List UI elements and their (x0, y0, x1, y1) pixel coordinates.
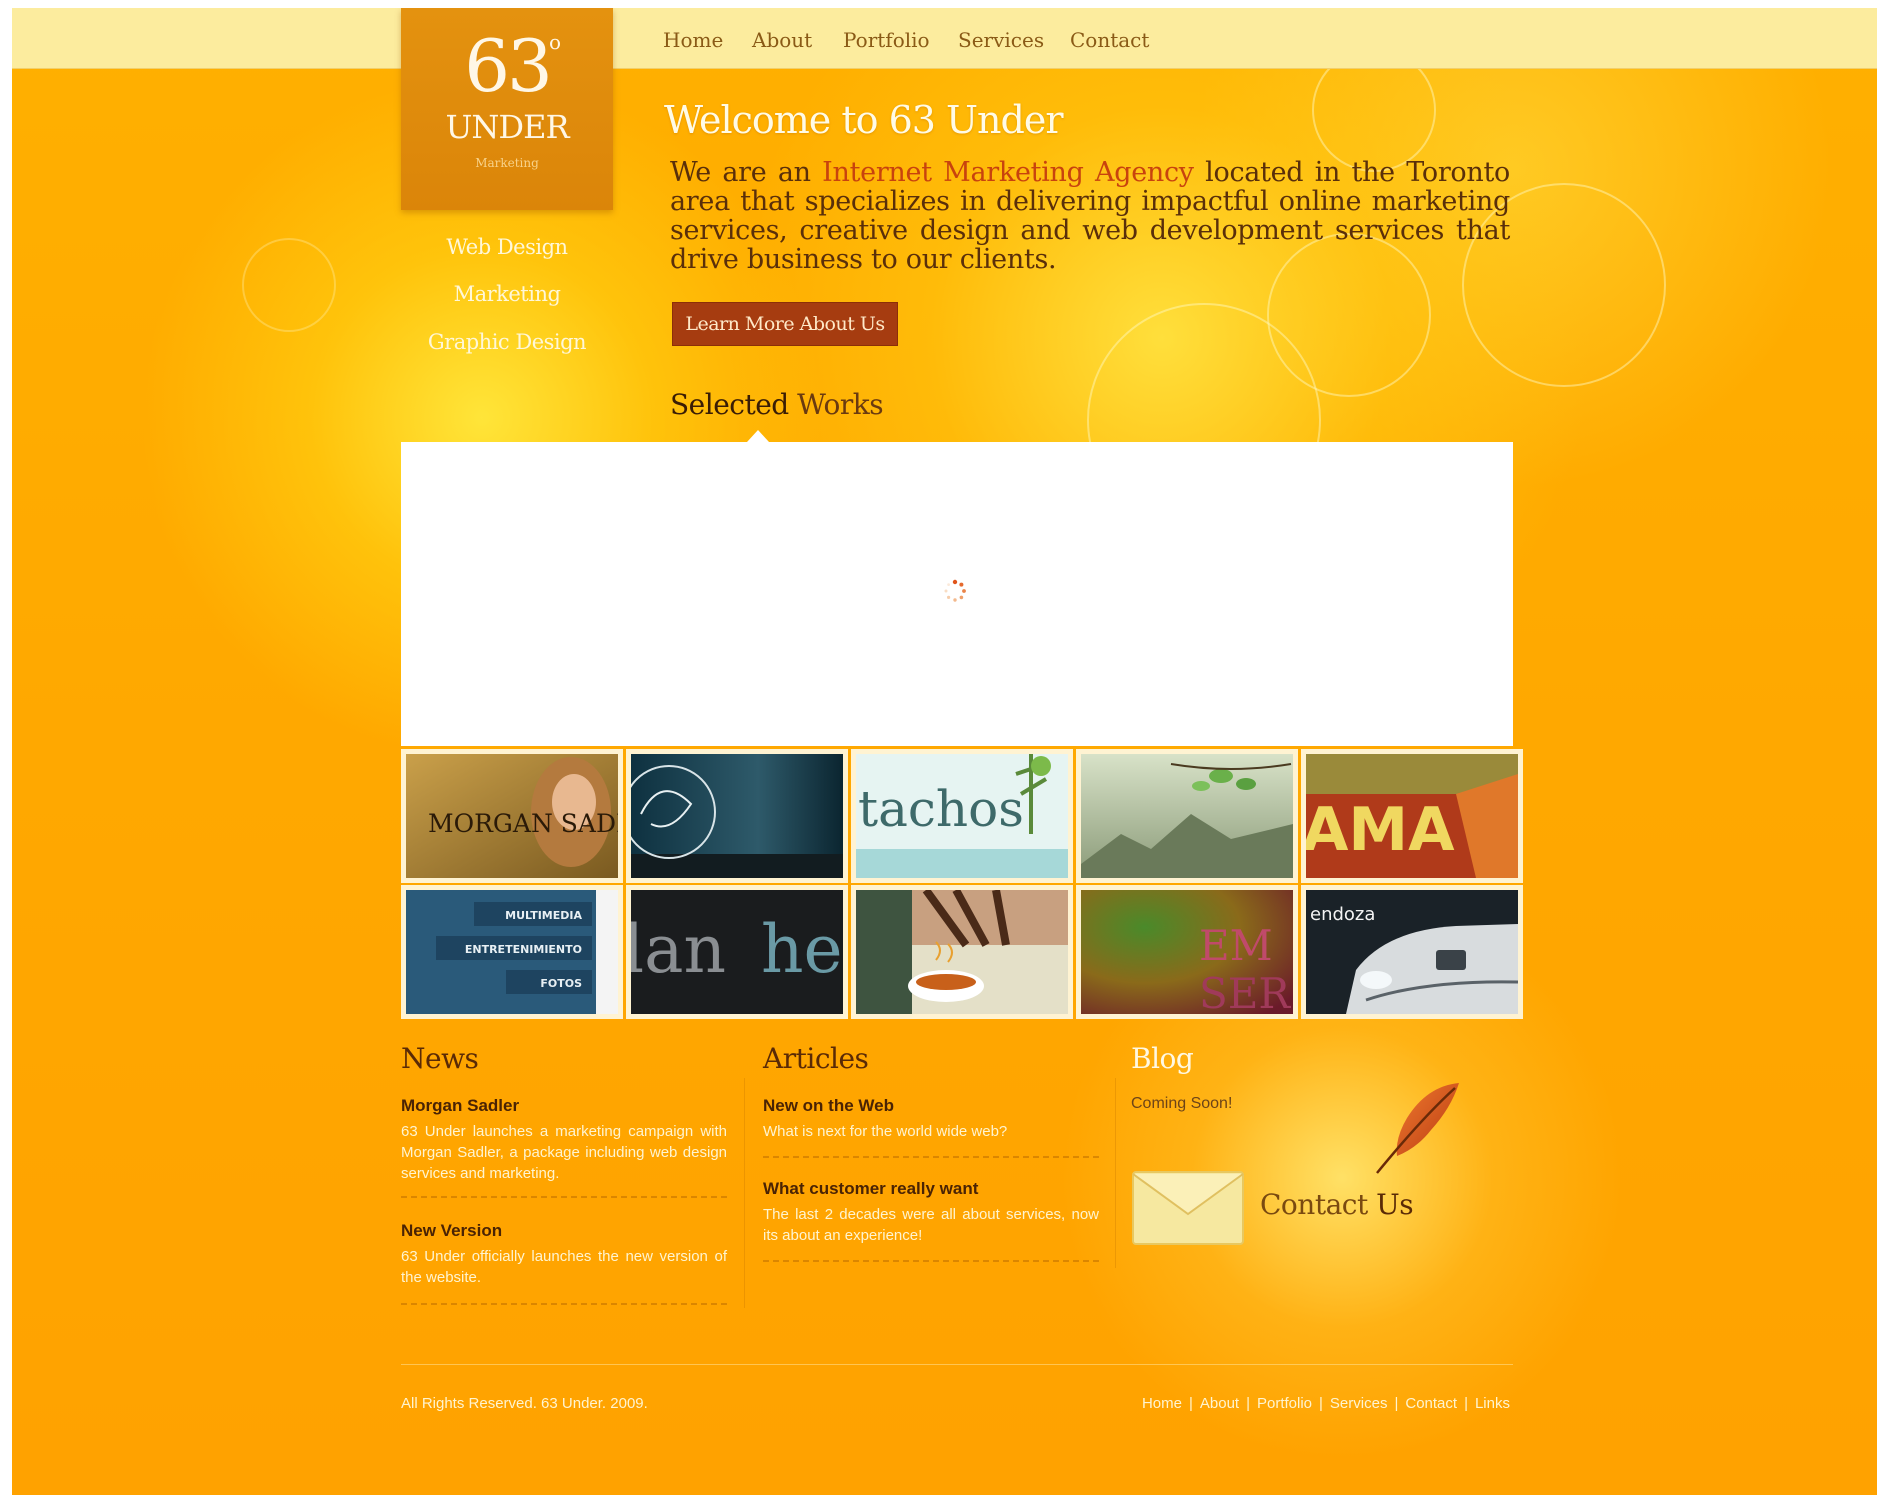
nav-services[interactable]: Services (958, 28, 1044, 52)
footer-divider (401, 1364, 1513, 1365)
nav-contact[interactable]: Contact (1070, 28, 1149, 52)
article-item-title[interactable]: What customer really want (763, 1179, 978, 1199)
footer-separator: | (1319, 1395, 1323, 1412)
coffee-cup-thumbnail-icon (856, 890, 1068, 1014)
footer-navigation: Home | About | Portfolio | Services | Contact | Li… (1142, 1395, 1510, 1412)
contact-us-strong: Us (1376, 1188, 1414, 1221)
logo-number: 63 (464, 24, 553, 108)
article-item-text: What is next for the world wide web? (763, 1123, 1008, 1140)
column-divider (1115, 1078, 1116, 1268)
contact-us-link[interactable]: Contact Us (1260, 1188, 1414, 1221)
side-menu-marketing[interactable]: Marketing (401, 282, 613, 306)
footer-separator: | (1246, 1395, 1250, 1412)
footer-separator: | (1188, 1395, 1193, 1412)
fotos-text: FOTOS (540, 977, 582, 990)
learn-more-button[interactable]: Learn More About Us (672, 302, 898, 346)
ama-thumbnail-icon: AMA (1306, 754, 1518, 878)
ser-text: SER (1199, 969, 1291, 1014)
news-item-text: 63 Under launches a marketing campaign w… (401, 1123, 727, 1182)
morgan-sadler-thumbnail-icon: MORGAN SADLER (406, 754, 618, 878)
dark-text-thumbnail-icon: lan he (631, 890, 843, 1014)
logo-degree: o (549, 30, 562, 54)
news-item-text: 63 Under officially launches the new ver… (401, 1248, 727, 1286)
intro-highlight: Internet Marketing Agency (822, 157, 1194, 188)
thumbnail-car[interactable]: endoza (1301, 885, 1523, 1019)
endoza-text: endoza (1310, 904, 1375, 925)
multimedia-menu-thumbnail-icon: MULTIMEDIA ENTRETENIMIENTO FOTOS (406, 890, 618, 1014)
nav-about[interactable]: About (752, 28, 812, 52)
news-item-title[interactable]: New Version (401, 1221, 502, 1241)
car-thumbnail-icon: endoza (1306, 890, 1518, 1014)
em-text: EM (1199, 921, 1273, 970)
footer-link-portfolio[interactable]: Portfolio (1257, 1395, 1312, 1412)
side-menu-graphic-design[interactable]: Graphic Design (401, 330, 613, 354)
thumbnail-dark-text[interactable]: lan he (626, 885, 848, 1019)
divider (763, 1156, 1099, 1158)
loading-spinner-icon (944, 579, 966, 602)
divider (763, 1260, 1099, 1262)
article-item-title[interactable]: New on the Web (763, 1096, 894, 1116)
divider (401, 1196, 727, 1198)
page-title: Welcome to 63 Under (664, 98, 1063, 142)
script-logo-thumbnail-icon (631, 754, 843, 878)
thumbnail-multimedia[interactable]: MULTIMEDIA ENTRETENIMIENTO FOTOS (401, 885, 623, 1019)
he-text: he (761, 911, 843, 988)
green-red-abstract-thumbnail-icon: EM SER (1081, 890, 1293, 1014)
lan-text: lan (631, 911, 726, 988)
footer-separator: | (1464, 1395, 1468, 1412)
tachos-text: tachos (858, 780, 1024, 838)
footer-link-links[interactable]: Links (1475, 1395, 1510, 1412)
articles-heading: Articles (763, 1042, 869, 1075)
feather-quill-icon (1376, 1083, 1459, 1174)
selected-works-heading: Selected Works (670, 388, 884, 421)
footer-separator: | (1394, 1395, 1399, 1412)
intro-paragraph: We are an Internet Marketing Agency loca… (670, 158, 1510, 274)
page: 63 o UNDER Marketing Web Design Marketin… (12, 8, 1877, 1495)
copyright-text: All Rights Reserved. 63 Under. 2009. (401, 1395, 648, 1412)
news-heading: News (401, 1042, 479, 1075)
logo-name: UNDER (445, 108, 569, 146)
divider (401, 1303, 727, 1305)
nav-portfolio[interactable]: Portfolio (843, 28, 930, 52)
decorative-circle (242, 238, 336, 332)
selected-works-rest: Works (788, 388, 884, 421)
blog-status: Coming Soon! (1131, 1095, 1233, 1112)
ama-text: AMA (1306, 795, 1455, 865)
footer-link-services[interactable]: Services (1330, 1395, 1388, 1412)
landscape-leaves-thumbnail-icon (1081, 754, 1293, 878)
thumbnail-abstract[interactable]: EM SER (1076, 885, 1298, 1019)
thumbnail-ama[interactable]: AMA (1301, 749, 1523, 883)
thumbnail-morgan-sadler[interactable]: MORGAN SADLER (401, 749, 623, 883)
thumbnail-landscape[interactable] (1076, 749, 1298, 883)
footer-link-home[interactable]: Home (1142, 1395, 1182, 1412)
brand-logo[interactable]: 63 o UNDER Marketing (401, 8, 613, 210)
intro-text: We are an (670, 157, 823, 188)
envelope-icon[interactable] (1131, 1168, 1247, 1248)
footer-link-contact[interactable]: Contact (1405, 1395, 1457, 1412)
logo-tagline: Marketing (475, 156, 539, 170)
entretenimiento-text: ENTRETENIMIENTO (465, 943, 582, 956)
works-thumbnail-grid: MORGAN SADLER tachos (401, 749, 1523, 1019)
article-item-text: The last 2 decades were all about servic… (763, 1206, 1099, 1244)
tachos-thumbnail-icon: tachos (856, 754, 1068, 878)
showcase-pointer (747, 430, 769, 442)
blog-heading: Blog (1131, 1042, 1194, 1075)
works-showcase (401, 442, 1513, 746)
multimedia-text: MULTIMEDIA (505, 909, 582, 922)
thumbnail-tachos[interactable]: tachos (851, 749, 1073, 883)
thumbnail-script-logo[interactable] (626, 749, 848, 883)
thumbnail-coffee[interactable] (851, 885, 1073, 1019)
news-item-title[interactable]: Morgan Sadler (401, 1096, 519, 1116)
top-navigation-bar (12, 8, 1877, 69)
nav-home[interactable]: Home (663, 28, 723, 52)
side-menu-web-design[interactable]: Web Design (401, 235, 613, 259)
morgan-sadler-text: MORGAN SADLER (428, 809, 618, 838)
column-divider (744, 1078, 745, 1308)
contact-us-prefix: Contact (1260, 1188, 1377, 1221)
footer-link-about[interactable]: About (1200, 1395, 1239, 1412)
selected-works-strong: Selected (670, 388, 789, 421)
